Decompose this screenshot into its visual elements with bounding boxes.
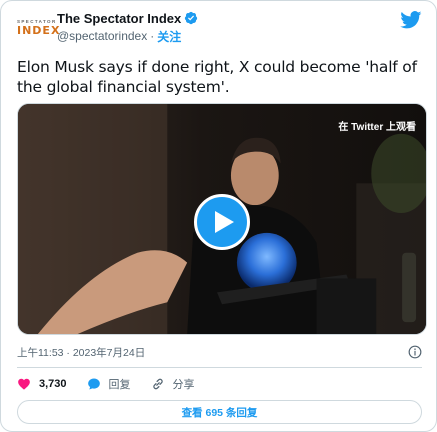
video-player[interactable]: 在 Twitter 上观看	[17, 103, 427, 335]
verified-badge-icon	[185, 11, 198, 25]
tweet-text: Elon Musk says if done right, X could be…	[17, 58, 417, 96]
play-button[interactable]	[194, 194, 250, 250]
twitter-bird-icon[interactable]	[400, 11, 422, 29]
play-icon	[215, 211, 234, 233]
like-count: 3,730	[39, 378, 67, 390]
avatar[interactable]: SPECTATOR INDEX	[17, 11, 61, 45]
author-handle[interactable]: @spectatorindex	[57, 29, 147, 43]
avatar-line2: INDEX	[17, 24, 61, 37]
tweet-embed-card: SPECTATOR INDEX The Spectator Index @spe…	[0, 0, 437, 432]
info-icon[interactable]	[408, 345, 422, 359]
like-action[interactable]: 3,730	[17, 377, 67, 391]
share-action[interactable]: 分享	[151, 376, 195, 392]
watch-on-twitter-label[interactable]: 在 Twitter 上观看	[338, 118, 416, 133]
reply-label: 回复	[108, 379, 131, 391]
tweet-meta: 上午11:53 · 2023年7月24日	[17, 345, 422, 361]
author-display-name[interactable]: The Spectator Index	[57, 11, 181, 26]
link-icon	[152, 378, 163, 390]
author-info: The Spectator Index @spectatorindex · 关注	[57, 9, 198, 45]
share-label: 分享	[172, 379, 195, 391]
follow-button[interactable]: 关注	[157, 28, 181, 45]
timestamp[interactable]: 上午11:53 · 2023年7月24日	[17, 347, 145, 359]
view-replies-button[interactable]: 查看 695 条回复	[17, 400, 422, 424]
divider	[17, 367, 422, 368]
tweet-actions: 3,730 回复 分享	[17, 375, 215, 393]
separator-dot: ·	[150, 29, 155, 43]
reply-bubble-icon	[87, 378, 100, 390]
reply-action[interactable]: 回复	[87, 376, 131, 392]
heart-icon	[18, 378, 30, 390]
tweet-header: SPECTATOR INDEX The Spectator Index @spe…	[17, 9, 422, 45]
